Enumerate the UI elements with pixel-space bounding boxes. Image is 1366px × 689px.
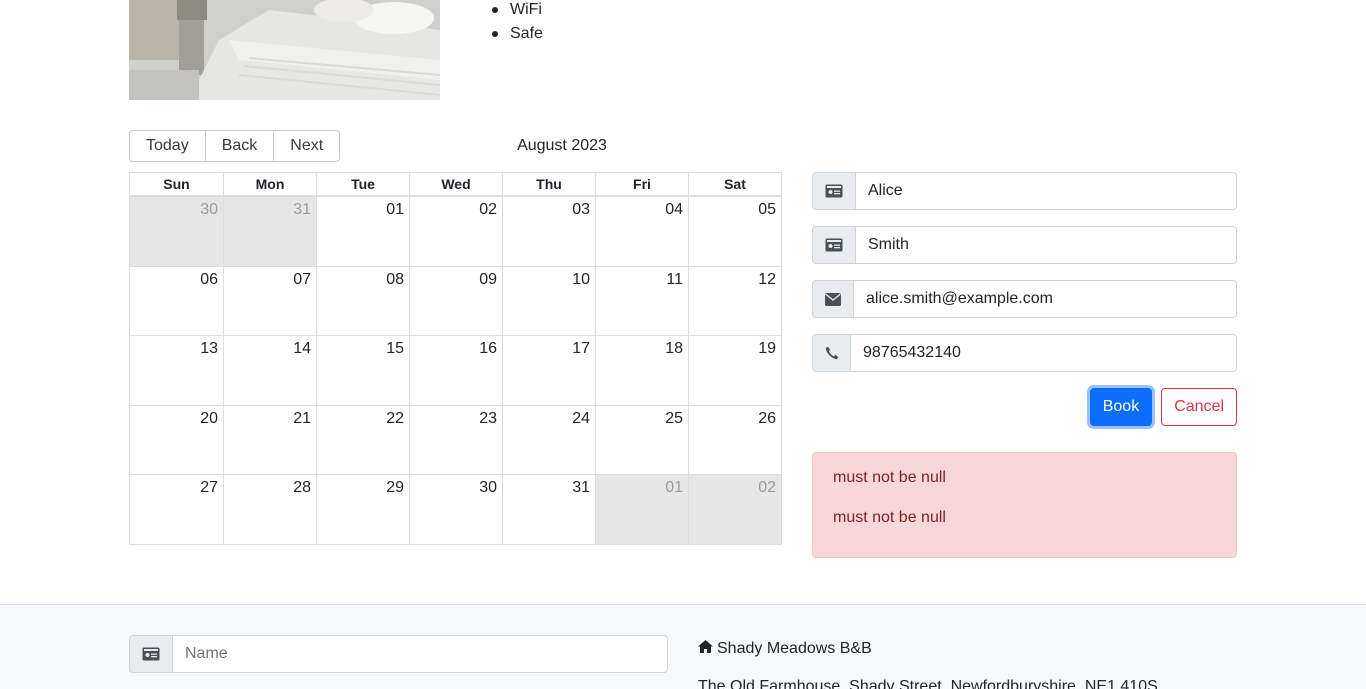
calendar-week: 30 31 01 02 03 04 05 xyxy=(130,196,781,266)
calendar-week: 13 14 15 16 17 18 19 xyxy=(130,335,781,405)
calendar-day-cell[interactable]: 21 xyxy=(223,405,316,475)
calendar-day-cell[interactable]: 24 xyxy=(502,405,595,475)
calendar-day-cell[interactable]: 17 xyxy=(502,336,595,405)
booking-form: Book Cancel xyxy=(812,172,1237,426)
home-icon xyxy=(698,639,713,659)
calendar-day-cell[interactable]: 13 xyxy=(130,336,223,405)
calendar-day-cell[interactable]: 14 xyxy=(223,336,316,405)
phone-icon xyxy=(812,334,850,372)
id-card-icon xyxy=(812,172,855,210)
weekday-label: Fri xyxy=(595,173,688,195)
calendar-week: 20 21 22 23 24 25 26 xyxy=(130,404,781,475)
calendar-day-cell[interactable]: 02 xyxy=(409,197,502,266)
calendar-day-cell[interactable]: 15 xyxy=(316,336,409,405)
calendar-week: 27 28 29 30 31 01 02 xyxy=(130,474,781,544)
weekday-label: Sat xyxy=(688,173,781,195)
weekday-label: Thu xyxy=(502,173,595,195)
calendar-day-cell[interactable]: 06 xyxy=(130,267,223,336)
calendar-day-cell[interactable]: 01 xyxy=(595,475,688,544)
calendar-day-cell[interactable]: 16 xyxy=(409,336,502,405)
lastname-group xyxy=(812,226,1237,264)
room-image xyxy=(129,0,440,100)
calendar-day-cell[interactable]: 28 xyxy=(223,475,316,544)
calendar-day-cell[interactable]: 10 xyxy=(502,266,595,336)
weekday-label: Tue xyxy=(316,173,409,195)
phone-group xyxy=(812,334,1237,372)
contact-name-group xyxy=(129,635,668,673)
calendar-day-cell[interactable]: 02 xyxy=(688,475,781,544)
calendar-day-cell[interactable]: 23 xyxy=(409,405,502,475)
calendar-day-cell[interactable]: 08 xyxy=(316,266,409,336)
error-message: must not be null xyxy=(833,469,946,486)
calendar-week: 06 07 08 09 10 11 12 xyxy=(130,265,781,336)
weekday-label: Mon xyxy=(223,173,316,195)
calendar-day-cell[interactable]: 27 xyxy=(130,475,223,544)
email-group xyxy=(812,280,1237,318)
feature-item: Safe xyxy=(492,22,543,46)
footer: Shady Meadows B&B The Old Farmhouse, Sha… xyxy=(0,604,1366,689)
calendar-day-cell[interactable]: 19 xyxy=(688,336,781,405)
calendar-day-cell[interactable]: 01 xyxy=(316,197,409,266)
today-button[interactable]: Today xyxy=(129,130,206,162)
lastname-input[interactable] xyxy=(855,226,1237,264)
firstname-group xyxy=(812,172,1237,210)
weekday-label: Sun xyxy=(163,176,190,192)
error-message: must not be null xyxy=(833,509,946,526)
feature-item: WiFi xyxy=(492,0,543,22)
book-button[interactable]: Book xyxy=(1089,388,1153,426)
calendar-day-cell[interactable]: 29 xyxy=(316,475,409,544)
calendar-day-cell[interactable]: 30 xyxy=(409,475,502,544)
calendar-day-cell[interactable]: 31 xyxy=(502,475,595,544)
calendar-day-cell[interactable]: 31 xyxy=(223,197,316,266)
next-button[interactable]: Next xyxy=(273,130,341,162)
calendar-month-label: August 2023 xyxy=(517,137,607,154)
form-actions: Book Cancel xyxy=(812,388,1237,426)
id-card-icon xyxy=(129,635,172,673)
calendar-day-cell[interactable]: 07 xyxy=(223,266,316,336)
error-alert: must not be null must not be null xyxy=(812,452,1237,558)
calendar-day-cell[interactable]: 12 xyxy=(688,266,781,336)
back-button[interactable]: Back xyxy=(204,130,275,162)
id-card-icon xyxy=(812,226,855,264)
calendar-day-cell[interactable]: 04 xyxy=(595,197,688,266)
calendar-day-cell[interactable]: 05 xyxy=(688,197,781,266)
calendar-weekday-header: Sun Mon Tue Wed Thu Fri Sat xyxy=(130,173,781,196)
business-name: Shady Meadows B&B xyxy=(698,639,872,659)
email-input[interactable] xyxy=(853,280,1237,318)
business-name-text: Shady Meadows B&B xyxy=(717,640,872,657)
calendar-day-cell[interactable]: 11 xyxy=(595,266,688,336)
calendar-day-cell[interactable]: 03 xyxy=(502,197,595,266)
business-address: The Old Farmhouse, Shady Street, Newford… xyxy=(698,678,1158,689)
envelope-icon xyxy=(812,280,853,318)
calendar-day-cell[interactable]: 18 xyxy=(595,336,688,405)
calendar-day-cell[interactable]: 22 xyxy=(316,405,409,475)
calendar-month-view: Sun Mon Tue Wed Thu Fri Sat 30 31 01 02 … xyxy=(129,172,782,545)
contact-name-input[interactable] xyxy=(172,635,668,673)
calendar-day-cell[interactable]: 20 xyxy=(130,406,223,475)
calendar-day-cell[interactable]: 30 xyxy=(130,197,223,266)
room-features-list: WiFi Safe xyxy=(492,0,543,46)
calendar-day-cell[interactable]: 25 xyxy=(595,405,688,475)
phone-input[interactable] xyxy=(850,334,1237,372)
weekday-label: Wed xyxy=(409,173,502,195)
calendar-day-cell[interactable]: 09 xyxy=(409,266,502,336)
calendar-toolbar: Today Back Next xyxy=(129,130,341,162)
cancel-button[interactable]: Cancel xyxy=(1161,388,1237,426)
firstname-input[interactable] xyxy=(855,172,1237,210)
calendar-day-cell[interactable]: 26 xyxy=(688,405,781,475)
